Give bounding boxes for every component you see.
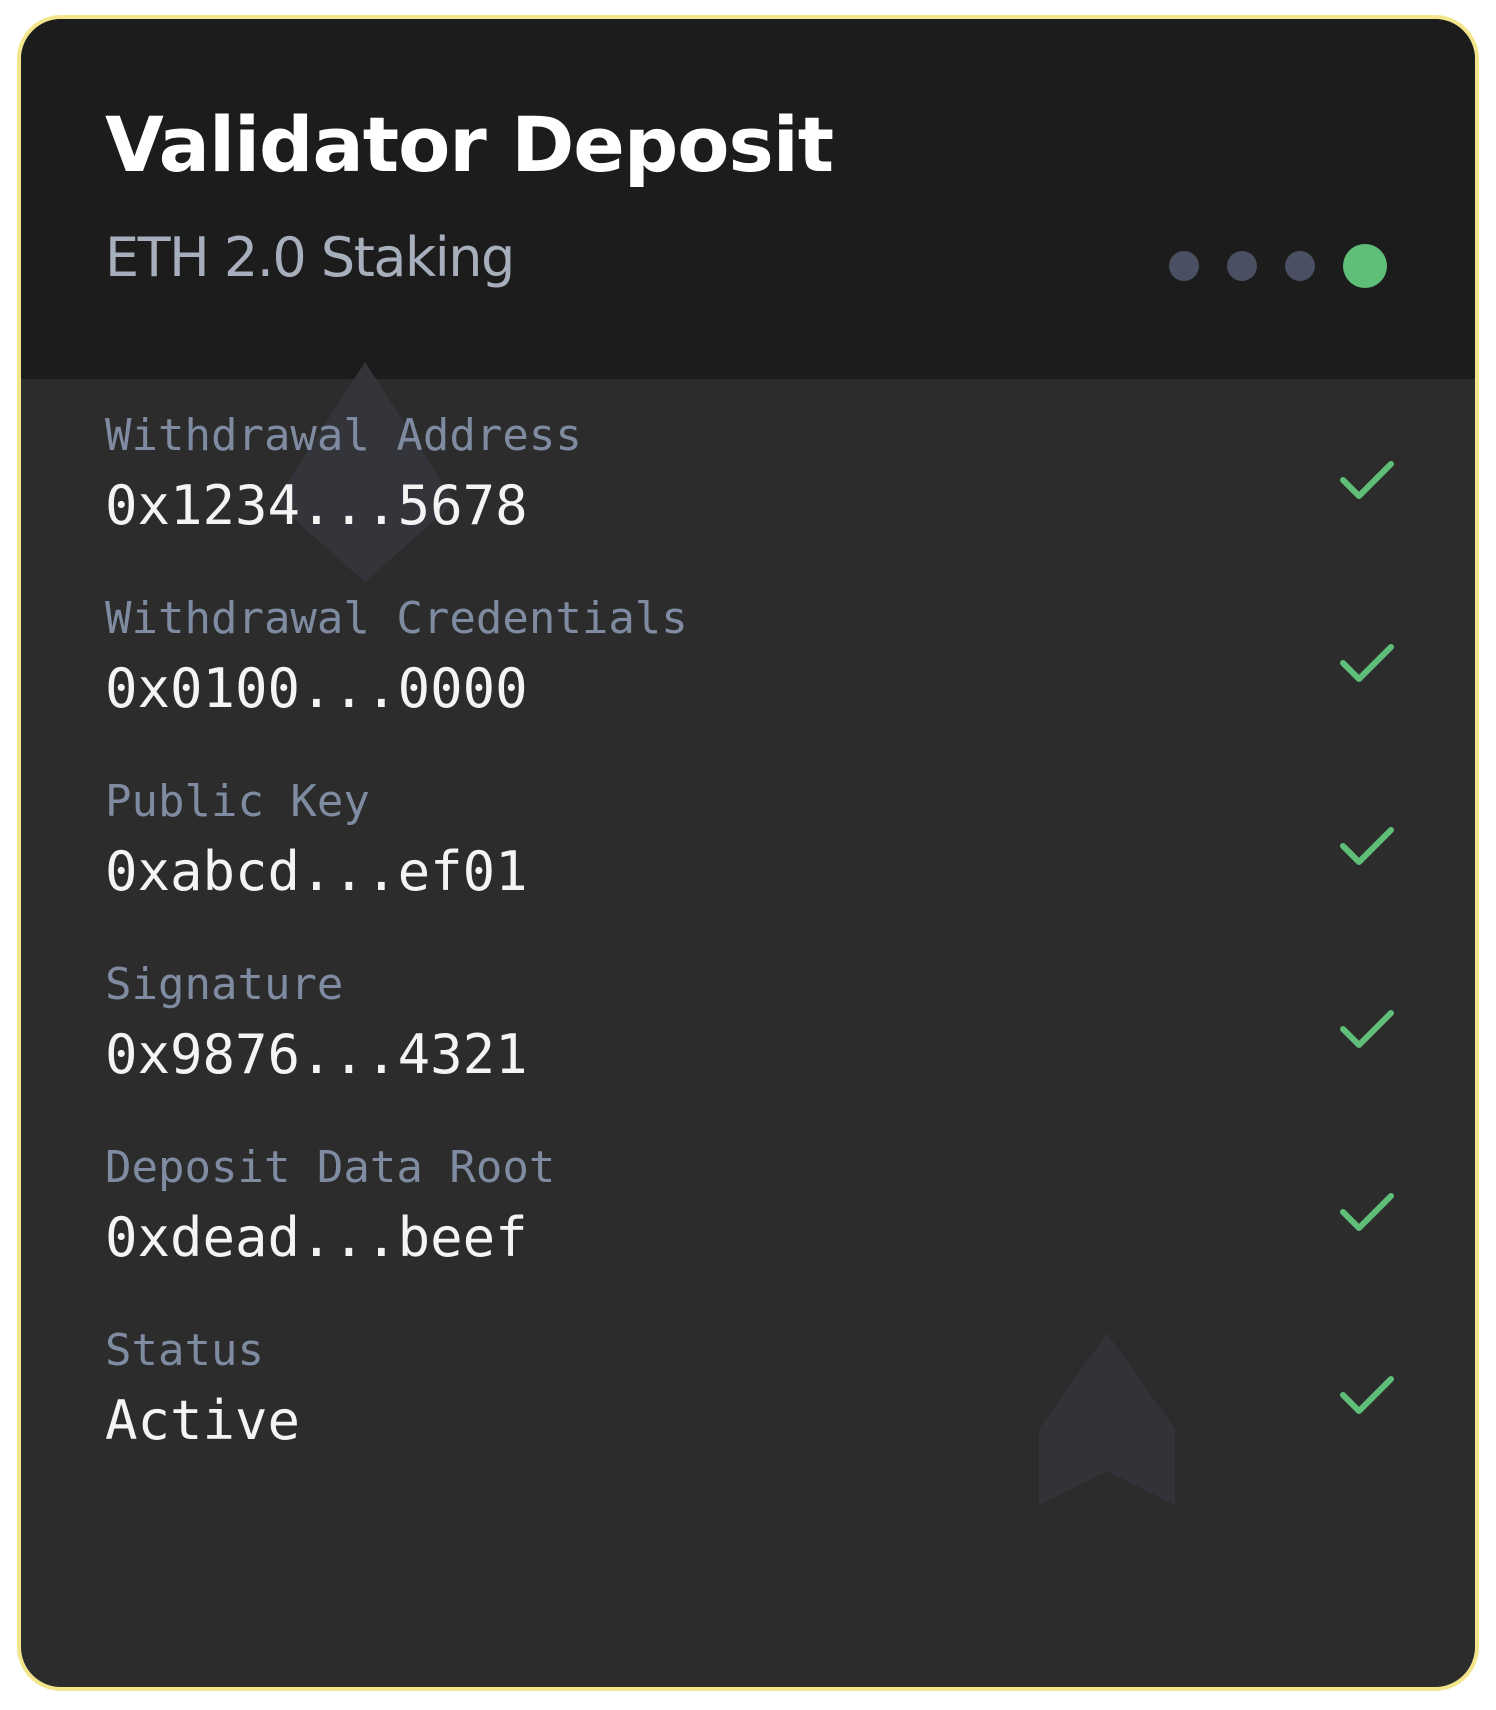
check-icon [1340,1193,1394,1231]
step-dot-1 [1169,251,1199,281]
field-value: 0xdead...beef [105,1206,528,1269]
field-label: Withdrawal Address [105,410,582,461]
validator-deposit-card: Validator Deposit ETH 2.0 Staking Withdr… [17,15,1479,1691]
field-label: Withdrawal Credentials [105,593,688,644]
field-public-key: Public Key 0xabcd...ef01 [105,780,1395,920]
check-icon [1340,644,1394,682]
field-value: 0x0100...0000 [105,657,528,720]
field-label: Public Key [105,776,370,827]
check-icon [1340,461,1394,499]
step-dot-3 [1285,251,1315,281]
field-deposit-data-root: Deposit Data Root 0xdead...beef [105,1146,1395,1286]
check-icon [1340,1010,1394,1048]
field-label: Signature [105,959,344,1010]
step-dot-2 [1227,251,1257,281]
step-dot-4-active [1343,244,1387,288]
field-label: Status [105,1325,264,1376]
field-status: Status Active [105,1329,1395,1469]
check-icon [1340,827,1394,865]
card-title: Validator Deposit [105,100,834,189]
field-value: 0x9876...4321 [105,1023,528,1086]
field-value: 0xabcd...ef01 [105,840,528,903]
field-withdrawal-address: Withdrawal Address 0x1234...5678 [105,414,1395,554]
field-label: Deposit Data Root [105,1142,556,1193]
field-value: 0x1234...5678 [105,474,528,537]
field-withdrawal-credentials: Withdrawal Credentials 0x0100...0000 [105,597,1395,737]
field-signature: Signature 0x9876...4321 [105,963,1395,1103]
field-value: Active [105,1389,301,1452]
card-header: Validator Deposit ETH 2.0 Staking [21,19,1475,379]
check-icon [1340,1376,1394,1414]
step-indicator [1169,244,1387,288]
card-subtitle: ETH 2.0 Staking [105,226,515,289]
